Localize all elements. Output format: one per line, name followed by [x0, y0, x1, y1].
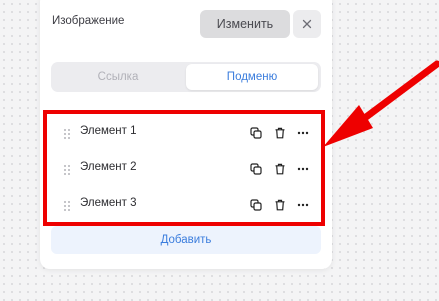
- change-image-button[interactable]: Изменить: [200, 10, 290, 38]
- tab-submenu[interactable]: Подменю: [186, 64, 318, 90]
- list-item[interactable]: Элемент 2: [51, 152, 321, 186]
- drag-handle-icon[interactable]: [63, 164, 71, 176]
- drag-handle-icon[interactable]: [63, 200, 71, 212]
- trash-icon[interactable]: [274, 199, 286, 211]
- list-item-label: Элемент 1: [80, 125, 137, 137]
- add-item-button[interactable]: Добавить: [51, 226, 321, 254]
- drag-handle-icon[interactable]: [63, 128, 71, 140]
- list-item[interactable]: Элемент 3: [51, 188, 321, 222]
- close-button[interactable]: [293, 10, 321, 38]
- copy-icon[interactable]: [250, 199, 262, 211]
- more-icon[interactable]: [297, 163, 309, 175]
- tab-link[interactable]: Ссылка: [51, 62, 185, 92]
- more-icon[interactable]: [297, 127, 309, 139]
- trash-icon[interactable]: [274, 163, 286, 175]
- list-item[interactable]: Элемент 1: [51, 116, 321, 150]
- settings-panel: Изображение Изменить Ссылка Подменю Элем…: [40, 0, 332, 269]
- copy-icon[interactable]: [250, 127, 262, 139]
- close-icon: [302, 19, 312, 29]
- list-item-label: Элемент 3: [80, 197, 137, 209]
- image-label: Изображение: [52, 15, 125, 27]
- copy-icon[interactable]: [250, 163, 262, 175]
- trash-icon[interactable]: [274, 127, 286, 139]
- link-type-switch: Ссылка Подменю: [51, 62, 321, 92]
- more-icon[interactable]: [297, 199, 309, 211]
- list-item-label: Элемент 2: [80, 161, 137, 173]
